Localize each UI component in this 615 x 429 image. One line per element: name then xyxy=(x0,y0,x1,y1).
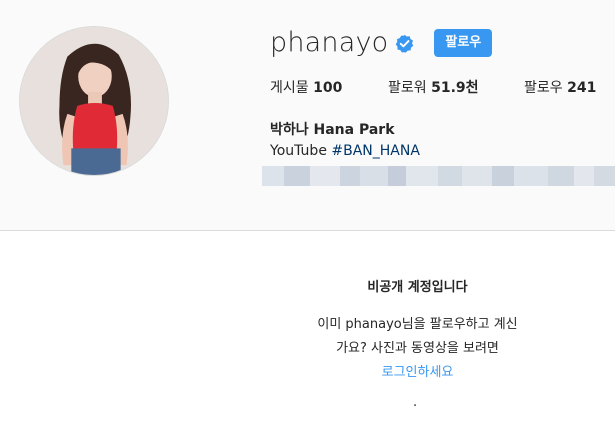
verified-badge-icon xyxy=(395,34,414,53)
follow-button[interactable]: 팔로우 xyxy=(434,29,493,57)
private-title: 비공개 계정입니다 xyxy=(367,280,468,295)
private-message: 이미 phanayo님을 팔로우하고 계신 가요? 사진과 동영상을 보려면 로… xyxy=(0,313,615,385)
stat-followers[interactable]: 팔로워 51.9천 xyxy=(388,77,479,97)
profile-bio: YouTube #BAN_HANA xyxy=(270,143,420,159)
following-label: 팔로우 xyxy=(524,80,563,96)
profile-full-name: 박하나 Hana Park xyxy=(270,122,395,138)
username-row: phanayo 팔로우 xyxy=(270,27,493,58)
profile-avatar[interactable] xyxy=(19,26,169,176)
followers-label: 팔로워 xyxy=(388,80,427,96)
private-message-line1: 이미 phanayo님을 팔로우하고 계신 xyxy=(317,317,518,332)
posts-count: 100 xyxy=(313,80,343,96)
stat-posts: 게시물 100 xyxy=(270,77,342,97)
private-dot: . xyxy=(413,395,418,410)
posts-label: 게시물 xyxy=(270,80,309,96)
redacted-bio-line xyxy=(262,166,615,186)
stat-following[interactable]: 팔로우 241 xyxy=(524,77,596,97)
login-link[interactable]: 로그인하세요 xyxy=(382,365,454,380)
avatar-photo xyxy=(20,27,168,175)
bio-hashtag-link[interactable]: #BAN_HANA xyxy=(331,143,420,159)
private-account-notice: 비공개 계정입니다 이미 phanayo님을 팔로우하고 계신 가요? 사진과 … xyxy=(0,231,615,429)
profile-header: phanayo 팔로우 게시물 100 팔로워 51.9천 팔로우 241 박하… xyxy=(0,0,615,230)
following-count: 241 xyxy=(567,80,597,96)
username: phanayo xyxy=(270,27,389,58)
private-message-line2: 가요? 사진과 동영상을 보려면 xyxy=(336,341,499,356)
followers-count: 51.9천 xyxy=(431,80,479,96)
bio-text: YouTube xyxy=(270,143,332,159)
